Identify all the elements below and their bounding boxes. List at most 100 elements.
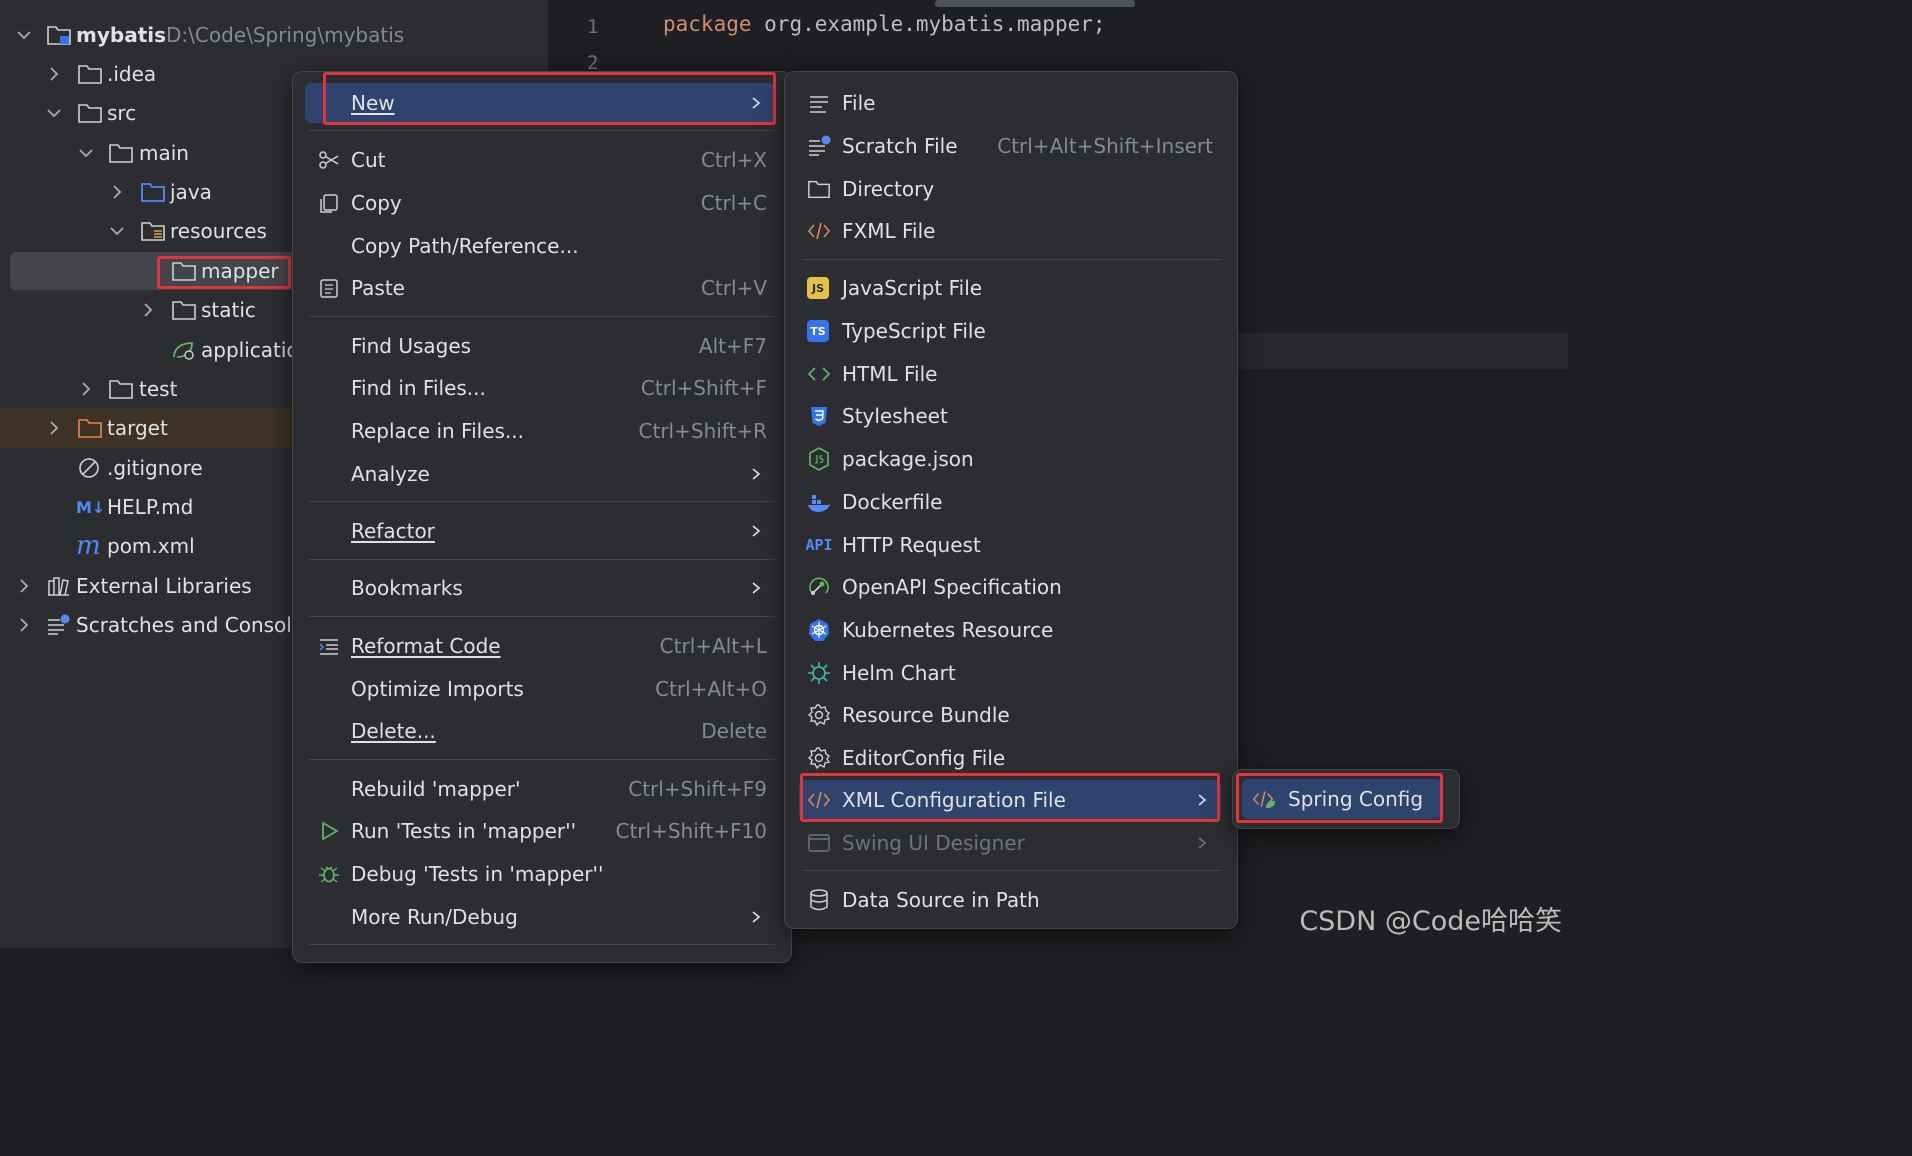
menu-label: Copy [351,191,402,215]
submenu-item-resource-bundle[interactable]: Resource Bundle [799,695,1221,735]
xml-code-icon [807,219,831,243]
menu-label: package.json [842,447,974,471]
chevron-right-icon [1198,837,1207,849]
folder-icon [109,144,133,163]
chevron-right-icon[interactable] [138,300,158,320]
submenu-item-html[interactable]: HTML File [799,354,1221,394]
menu-item-more-run-debug[interactable]: More Run/Debug [305,897,775,937]
submenu-item-javascript[interactable]: JS JavaScript File [799,268,1221,308]
menu-item-optimize-imports[interactable]: Optimize Imports Ctrl+Alt+O [305,669,775,709]
menu-item-replace-in-files[interactable]: Replace in Files... Ctrl+Shift+R [305,411,775,451]
chevron-down-icon[interactable] [76,143,96,163]
submenu-item-xml-configuration[interactable]: XML Configuration File [799,780,1221,820]
menu-label: HTTP Request [842,533,981,557]
html-icon [807,362,831,386]
submenu-item-fxml[interactable]: FXML File [799,211,1221,251]
submenu-item-typescript[interactable]: TS TypeScript File [799,311,1221,351]
tree-label: External Libraries [76,574,252,598]
menu-label: Reformat Code [351,634,501,658]
menu-label: EditorConfig File [842,746,1006,770]
menu-shortcut: Ctrl+Alt+Shift+Insert [997,134,1213,158]
submenu-item-package-json[interactable]: package.json [799,439,1221,479]
root-name: mybatis [76,23,167,47]
context-menu: New Cut Ctrl+X Copy Ctrl+C Copy Path/Ref… [292,71,792,963]
menu-item-paste[interactable]: Paste Ctrl+V [305,268,775,308]
menu-item-run-tests[interactable]: Run 'Tests in 'mapper'' Ctrl+Shift+F10 [305,811,775,851]
spring-xml-icon [1252,787,1276,811]
submenu-item-data-source[interactable]: Data Source in Path [799,880,1221,920]
menu-label: Scratch File [842,134,958,158]
folder-icon [172,301,196,320]
typescript-icon: TS [807,320,829,342]
reformat-icon [317,634,341,658]
menu-label: Replace in Files... [351,419,525,443]
root-path: D:\Code\Spring\mybatis [166,23,405,47]
chevron-right-icon [1198,794,1207,806]
xml-submenu: Spring Config [1232,769,1460,829]
helm-icon [807,661,831,685]
chevron-right-icon[interactable] [14,576,34,596]
line-number: 1 [587,16,599,38]
menu-label: Debug 'Tests in 'mapper'' [351,862,604,886]
watermark: CSDN @Code哈哈笑 [1299,906,1562,937]
menu-shortcut: Ctrl+Alt+L [659,634,767,658]
menu-item-debug-tests[interactable]: Debug 'Tests in 'mapper'' [305,854,775,894]
editor-scrollbar[interactable] [935,0,1135,7]
gear-icon [807,703,831,727]
tree-label: .idea [107,62,157,86]
menu-shortcut: Delete [701,719,767,743]
menu-item-reformat-code[interactable]: Reformat Code Ctrl+Alt+L [305,626,775,666]
menu-label: Data Source in Path [842,888,1040,912]
chevron-right-icon[interactable] [44,64,64,84]
scratches-icon [48,614,70,635]
submenu-item-spring-config[interactable]: Spring Config [1242,779,1442,819]
code-line-1[interactable]: package org.example.mybatis.mapper; [663,12,1106,36]
menu-item-delete[interactable]: Delete... Delete [305,711,775,751]
menu-label: Delete... [351,719,436,743]
chevron-right-icon [752,911,761,923]
tree-label: HELP.md [107,495,194,519]
menu-shortcut: Ctrl+Shift+F [640,376,767,400]
submenu-item-stylesheet[interactable]: Stylesheet [799,396,1221,436]
submenu-item-kubernetes[interactable]: Kubernetes Resource [799,610,1221,650]
tree-item-root[interactable]: mybatis D:\Code\Spring\mybatis [0,16,548,54]
excluded-folder-icon [78,419,102,438]
tree-label: main [139,141,189,165]
chevron-down-icon[interactable] [14,25,34,45]
menu-item-copy-path[interactable]: Copy Path/Reference... [305,226,775,266]
api-icon: API [805,536,833,554]
menu-label: Find in Files... [351,376,486,400]
menu-separator [309,559,775,560]
chevron-right-icon[interactable] [14,615,34,635]
chevron-down-icon[interactable] [44,103,64,123]
submenu-item-http-request[interactable]: API HTTP Request [799,525,1221,565]
chevron-right-icon[interactable] [44,418,64,438]
menu-item-find-usages[interactable]: Find Usages Alt+F7 [305,326,775,366]
menu-item-refactor[interactable]: Refactor [305,511,775,551]
submenu-item-scratch-file[interactable]: Scratch File Ctrl+Alt+Shift+Insert [799,126,1221,166]
chevron-down-icon[interactable] [107,221,127,241]
menu-item-rebuild[interactable]: Rebuild 'mapper' Ctrl+Shift+F9 [305,769,775,809]
menu-label: Run 'Tests in 'mapper'' [351,819,577,843]
submenu-item-dockerfile[interactable]: Dockerfile [799,482,1221,522]
menu-label: File [842,91,876,115]
menu-item-copy[interactable]: Copy Ctrl+C [305,183,775,223]
code-text: org.example.mybatis.mapper; [751,12,1106,36]
chevron-right-icon[interactable] [107,182,127,202]
submenu-item-helm-chart[interactable]: Helm Chart [799,653,1221,693]
code-keyword: package [663,12,752,36]
submenu-item-openapi[interactable]: OpenAPI Specification [799,567,1221,607]
menu-item-cut[interactable]: Cut Ctrl+X [305,140,775,180]
menu-label: More Run/Debug [351,905,518,929]
submenu-item-editorconfig[interactable]: EditorConfig File [799,738,1221,778]
menu-item-new[interactable]: New [305,83,775,123]
menu-label: Kubernetes Resource [842,618,1054,642]
menu-label: Copy Path/Reference... [351,234,579,258]
menu-item-find-in-files[interactable]: Find in Files... Ctrl+Shift+F [305,368,775,408]
menu-item-analyze[interactable]: Analyze [305,454,775,494]
chevron-right-icon[interactable] [76,379,96,399]
submenu-item-directory[interactable]: Directory [799,169,1221,209]
menu-item-bookmarks[interactable]: Bookmarks [305,568,775,608]
menu-label: HTML File [842,362,938,386]
submenu-item-file[interactable]: File [799,83,1221,123]
